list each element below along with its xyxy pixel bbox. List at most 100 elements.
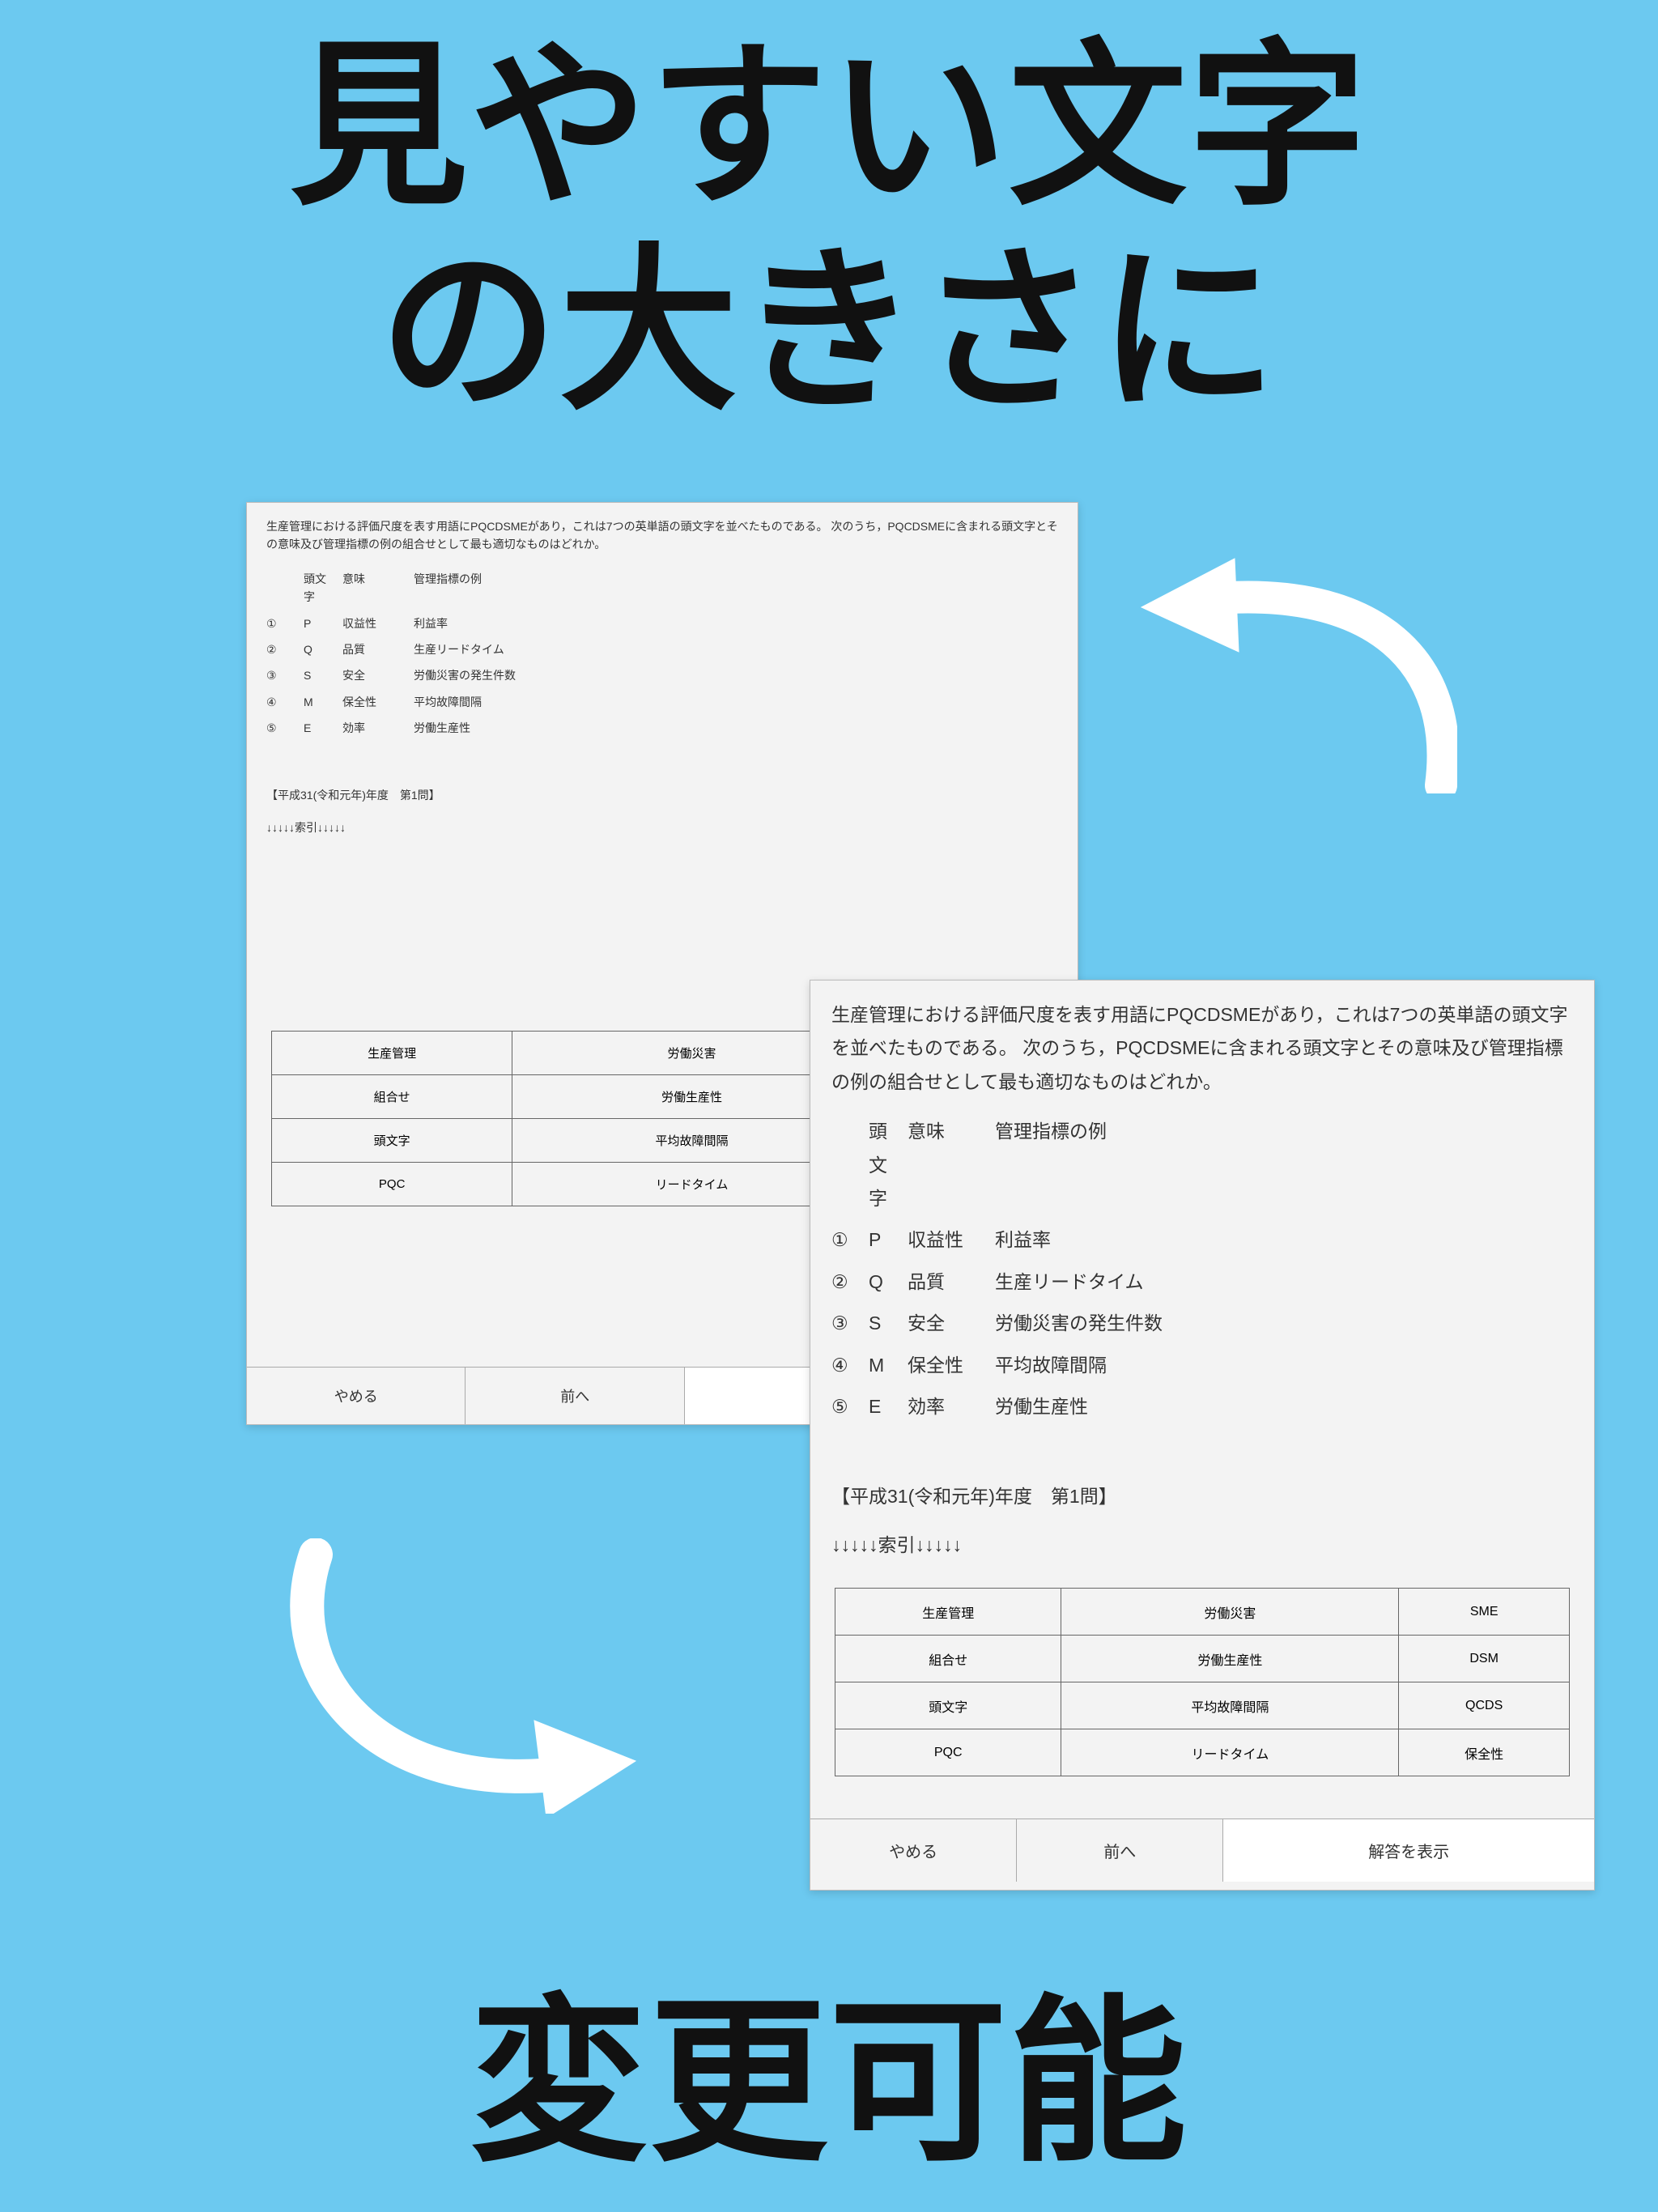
question-text: 生産管理における評価尺度を表す用語にPQCDSMEがあり，これは7つの英単語の頭…	[831, 998, 1573, 1099]
opt-num: ④	[831, 1349, 854, 1382]
arrow-icon-top	[1117, 551, 1457, 793]
opt-letter: P	[304, 615, 328, 632]
option-header: 頭文字 意味 管理指標の例	[831, 1115, 1573, 1215]
opt-ex: 労働災害の発生件数	[995, 1307, 1573, 1340]
col-head-ex: 管理指標の例	[995, 1115, 1573, 1148]
opt-letter: S	[304, 666, 328, 684]
opt-ex: 労働災害の発生件数	[414, 666, 1058, 684]
opt-letter: M	[869, 1349, 893, 1382]
col-head-letter: 頭文字	[304, 570, 328, 606]
option-row[interactable]: ① P 収益性 利益率	[266, 615, 1058, 632]
quit-button[interactable]: やめる	[810, 1819, 1017, 1882]
opt-mean: 収益性	[342, 615, 399, 632]
keyword-cell[interactable]: 生産管理	[835, 1589, 1061, 1636]
opt-ex: 利益率	[414, 615, 1058, 632]
opt-letter: P	[869, 1223, 893, 1257]
opt-letter: E	[869, 1390, 893, 1423]
opt-letter: M	[304, 693, 328, 711]
opt-num: ②	[266, 640, 289, 658]
question-meta: 【平成31(令和元年)年度 第1問】	[266, 786, 1058, 804]
option-row[interactable]: ⑤ E 効率 労働生産性	[266, 719, 1058, 737]
opt-num: ②	[831, 1266, 854, 1299]
index-line: ↓↓↓↓↓索引↓↓↓↓↓	[831, 1529, 1573, 1562]
col-head-mean: 意味	[908, 1115, 980, 1148]
keyword-cell[interactable]: PQC	[272, 1163, 512, 1206]
keyword-cell[interactable]: 組合せ	[272, 1075, 512, 1119]
keyword-cell[interactable]: 保全性	[1399, 1729, 1570, 1776]
table-row: PQC リードタイム 保全性	[835, 1729, 1570, 1776]
option-row[interactable]: ④ M 保全性 平均故障間隔	[831, 1349, 1573, 1382]
col-head-mean: 意味	[342, 570, 399, 588]
opt-num: ⑤	[266, 719, 289, 737]
index-line: ↓↓↓↓↓索引↓↓↓↓↓	[266, 819, 1058, 836]
keyword-cell[interactable]: リードタイム	[1061, 1729, 1399, 1776]
keyword-cell[interactable]: DSM	[1399, 1636, 1570, 1682]
opt-num: ①	[266, 615, 289, 632]
opt-letter: Q	[304, 640, 328, 658]
opt-ex: 平均故障間隔	[995, 1349, 1573, 1382]
keyword-cell[interactable]: 労働災害	[1061, 1589, 1399, 1636]
opt-ex: 労働生産性	[995, 1390, 1573, 1423]
bottom-bar: やめる 前へ 解答を表示	[810, 1819, 1594, 1882]
question-area-small: 生産管理における評価尺度を表す用語にPQCDSMEがあり，これは7つの英単語の頭…	[247, 503, 1078, 851]
opt-mean: 効率	[908, 1390, 980, 1423]
keyword-cell[interactable]: 労働生産性	[1061, 1636, 1399, 1682]
opt-mean: 安全	[908, 1307, 980, 1340]
question-area-large: 生産管理における評価尺度を表す用語にPQCDSMEがあり，これは7つの英単語の頭…	[810, 981, 1594, 1580]
option-table: 頭文字 意味 管理指標の例 ① P 収益性 利益率 ② Q 品質 生産リードタイ…	[831, 1115, 1573, 1423]
opt-num: ⑤	[831, 1390, 854, 1423]
option-row[interactable]: ① P 収益性 利益率	[831, 1223, 1573, 1257]
opt-letter: S	[869, 1307, 893, 1340]
opt-ex: 平均故障間隔	[414, 693, 1058, 711]
option-row[interactable]: ③ S 安全 労働災害の発生件数	[831, 1307, 1573, 1340]
opt-ex: 労働生産性	[414, 719, 1058, 737]
opt-ex: 生産リードタイム	[995, 1266, 1573, 1299]
keyword-cell[interactable]: 平均故障間隔	[1061, 1682, 1399, 1729]
headline-line2: の大きさに	[0, 229, 1658, 434]
opt-num: ①	[831, 1223, 854, 1257]
prev-button[interactable]: 前へ	[466, 1368, 684, 1424]
opt-letter: Q	[869, 1266, 893, 1299]
opt-num: ③	[266, 666, 289, 684]
keyword-cell[interactable]: 頭文字	[272, 1119, 512, 1163]
col-head-ex: 管理指標の例	[414, 570, 1058, 588]
arrow-icon-bottom	[267, 1538, 656, 1814]
footer-text: 変更可能	[0, 1938, 1658, 2196]
keyword-cell[interactable]: 生産管理	[272, 1032, 512, 1075]
opt-letter: E	[304, 719, 328, 737]
option-header: 頭文字 意味 管理指標の例	[266, 570, 1058, 606]
keyword-cell[interactable]: 頭文字	[835, 1682, 1061, 1729]
opt-num: ③	[831, 1307, 854, 1340]
option-row[interactable]: ③ S 安全 労働災害の発生件数	[266, 666, 1058, 684]
option-row[interactable]: ② Q 品質 生産リードタイム	[831, 1266, 1573, 1299]
table-row: 生産管理 労働災害 SME	[835, 1589, 1570, 1636]
opt-mean: 保全性	[342, 693, 399, 711]
table-row: 頭文字 平均故障間隔 QCDS	[835, 1682, 1570, 1729]
opt-mean: 安全	[342, 666, 399, 684]
preview-panel-large: 生産管理における評価尺度を表す用語にPQCDSMEがあり，これは7つの英単語の頭…	[810, 980, 1595, 1891]
quit-button[interactable]: やめる	[247, 1368, 466, 1424]
opt-mean: 保全性	[908, 1349, 980, 1382]
option-row[interactable]: ⑤ E 効率 労働生産性	[831, 1390, 1573, 1423]
opt-mean: 効率	[342, 719, 399, 737]
option-table: 頭文字 意味 管理指標の例 ① P 収益性 利益率 ② Q 品質 生産リードタイ…	[266, 570, 1058, 738]
option-row[interactable]: ② Q 品質 生産リードタイム	[266, 640, 1058, 658]
show-answer-button[interactable]: 解答を表示	[1223, 1819, 1594, 1882]
question-meta: 【平成31(令和元年)年度 第1問】	[831, 1480, 1573, 1513]
keyword-cell[interactable]: 組合せ	[835, 1636, 1061, 1682]
opt-num: ④	[266, 693, 289, 711]
headline-line1: 見やすい文字	[0, 0, 1658, 229]
keyword-cell[interactable]: PQC	[835, 1729, 1061, 1776]
option-row[interactable]: ④ M 保全性 平均故障間隔	[266, 693, 1058, 711]
opt-mean: 品質	[342, 640, 399, 658]
col-head-letter: 頭文字	[869, 1115, 893, 1215]
opt-mean: 収益性	[908, 1223, 980, 1257]
keyword-cell[interactable]: QCDS	[1399, 1682, 1570, 1729]
question-text: 生産管理における評価尺度を表す用語にPQCDSMEがあり，これは7つの英単語の頭…	[266, 517, 1058, 554]
opt-mean: 品質	[908, 1266, 980, 1299]
opt-ex: 生産リードタイム	[414, 640, 1058, 658]
keyword-cell[interactable]: SME	[1399, 1589, 1570, 1636]
prev-button[interactable]: 前へ	[1017, 1819, 1223, 1882]
opt-ex: 利益率	[995, 1223, 1573, 1257]
table-row: 組合せ 労働生産性 DSM	[835, 1636, 1570, 1682]
